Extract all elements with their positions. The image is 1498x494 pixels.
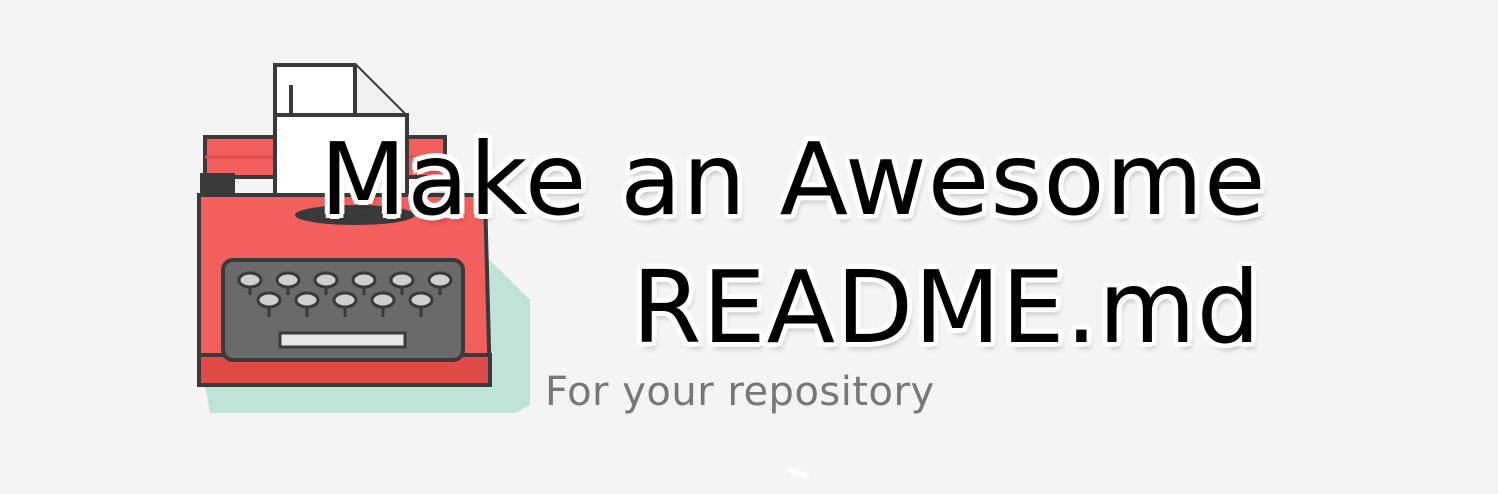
- title-line-2: README.md: [632, 249, 1262, 366]
- title-line-1: Make an Awesome: [320, 121, 1267, 238]
- readme-banner: Make an Awesome README.md For your repos…: [0, 0, 1498, 494]
- typewriter-icon: [197, 63, 530, 413]
- sparkle-decoration: [785, 466, 811, 480]
- subtitle: For your repository: [545, 369, 935, 415]
